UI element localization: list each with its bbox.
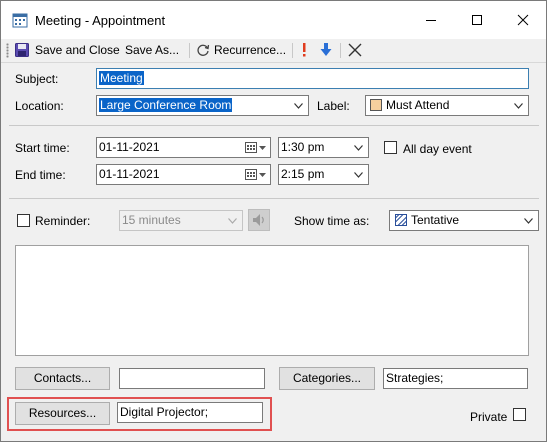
- categories-button[interactable]: Categories...: [279, 367, 375, 390]
- show-time-as-dropdown[interactable]: Tentative: [389, 210, 539, 231]
- contacts-button[interactable]: Contacts...: [15, 367, 110, 390]
- divider: [9, 198, 539, 199]
- close-window-button[interactable]: [500, 1, 546, 39]
- location-label: Location:: [15, 99, 64, 113]
- all-day-checkbox[interactable]: [384, 141, 397, 154]
- speaker-icon: [253, 214, 264, 226]
- toolbar: Save and Close Save As... Recurrence...: [1, 39, 546, 63]
- low-importance-button[interactable]: [319, 39, 333, 61]
- reminder-checkbox[interactable]: [17, 214, 30, 227]
- subject-input[interactable]: Meeting: [96, 68, 529, 89]
- private-label: Private: [470, 410, 508, 424]
- start-time-label: Start time:: [15, 141, 70, 155]
- save-as-button[interactable]: Save As...: [125, 39, 179, 61]
- minimize-button[interactable]: [408, 1, 454, 39]
- start-time-combobox[interactable]: 1:30 pm: [278, 137, 369, 158]
- chevron-down-icon: [228, 218, 237, 224]
- private-checkbox[interactable]: [513, 408, 526, 421]
- chevron-down-icon[interactable]: [354, 172, 363, 178]
- tentative-icon: [395, 214, 407, 226]
- categories-value: Strategies;: [386, 371, 444, 385]
- contacts-button-label: Contacts...: [33, 371, 92, 385]
- title-bar: Meeting - Appointment: [1, 1, 546, 39]
- end-time-combobox[interactable]: 2:15 pm: [278, 164, 369, 185]
- resources-field[interactable]: Digital Projector;: [117, 402, 263, 423]
- toolbar-grip[interactable]: [6, 43, 9, 58]
- maximize-icon: [472, 15, 482, 25]
- categories-button-label: Categories...: [292, 371, 362, 385]
- down-arrow-icon: [320, 43, 332, 56]
- end-time-value: 2:15 pm: [281, 167, 325, 181]
- toolbar-separator: [340, 43, 341, 58]
- appointment-window: Meeting - Appointment Save and Close Sav…: [0, 0, 547, 442]
- reminder-label: Reminder:: [35, 214, 91, 228]
- calendar-dropdown-icon[interactable]: [245, 142, 267, 154]
- categories-field[interactable]: Strategies;: [383, 368, 528, 389]
- subject-label: Subject:: [15, 72, 59, 86]
- reminder-sound-button[interactable]: [248, 209, 270, 231]
- location-combobox[interactable]: Large Conference Room: [96, 95, 309, 116]
- start-date-picker[interactable]: 01-11-2021: [96, 137, 271, 158]
- high-importance-button[interactable]: [299, 39, 309, 61]
- contacts-field[interactable]: [119, 368, 265, 389]
- toolbar-separator: [189, 43, 190, 58]
- calendar-icon: [12, 13, 28, 28]
- chevron-down-icon[interactable]: [354, 145, 363, 151]
- label-color-swatch: [370, 99, 382, 111]
- reminder-value: 15 minutes: [122, 213, 181, 227]
- location-value: Large Conference Room: [99, 98, 233, 112]
- minimize-icon: [426, 20, 436, 21]
- notes-textarea[interactable]: [15, 245, 529, 356]
- label-label: Label:: [317, 99, 350, 113]
- window-title: Meeting - Appointment: [35, 13, 166, 28]
- chevron-down-icon[interactable]: [524, 218, 533, 224]
- subject-value: Meeting: [99, 71, 144, 85]
- recurrence-icon: [197, 44, 210, 56]
- save-and-close-label: Save and Close: [35, 43, 120, 57]
- delete-button[interactable]: [347, 39, 363, 61]
- reminder-dropdown[interactable]: 15 minutes: [119, 210, 243, 231]
- end-date-picker[interactable]: 01-11-2021: [96, 164, 271, 185]
- close-icon: [517, 14, 529, 26]
- resources-button[interactable]: Resources...: [15, 402, 110, 425]
- resources-value: Digital Projector;: [120, 405, 209, 419]
- calendar-dropdown-icon[interactable]: [245, 169, 267, 181]
- end-date-value: 01-11-2021: [99, 167, 160, 181]
- recurrence-label: Recurrence...: [214, 43, 287, 57]
- delete-x-icon: [348, 43, 362, 57]
- show-time-as-label: Show time as:: [294, 214, 370, 228]
- toolbar-separator: [292, 43, 293, 58]
- label-value: Must Attend: [386, 98, 450, 112]
- chevron-down-icon[interactable]: [294, 103, 303, 109]
- resources-button-label: Resources...: [28, 406, 97, 420]
- show-time-as-value: Tentative: [411, 213, 460, 227]
- end-time-label: End time:: [15, 168, 66, 182]
- save-as-label: Save As...: [125, 43, 180, 57]
- maximize-button[interactable]: [454, 1, 500, 39]
- start-time-value: 1:30 pm: [281, 140, 325, 154]
- save-icon: [15, 43, 29, 57]
- chevron-down-icon[interactable]: [514, 103, 523, 109]
- exclamation-icon: [303, 43, 306, 57]
- all-day-label: All day event: [403, 142, 472, 156]
- start-date-value: 01-11-2021: [99, 140, 160, 154]
- label-dropdown[interactable]: Must Attend: [365, 95, 529, 116]
- divider: [9, 125, 539, 126]
